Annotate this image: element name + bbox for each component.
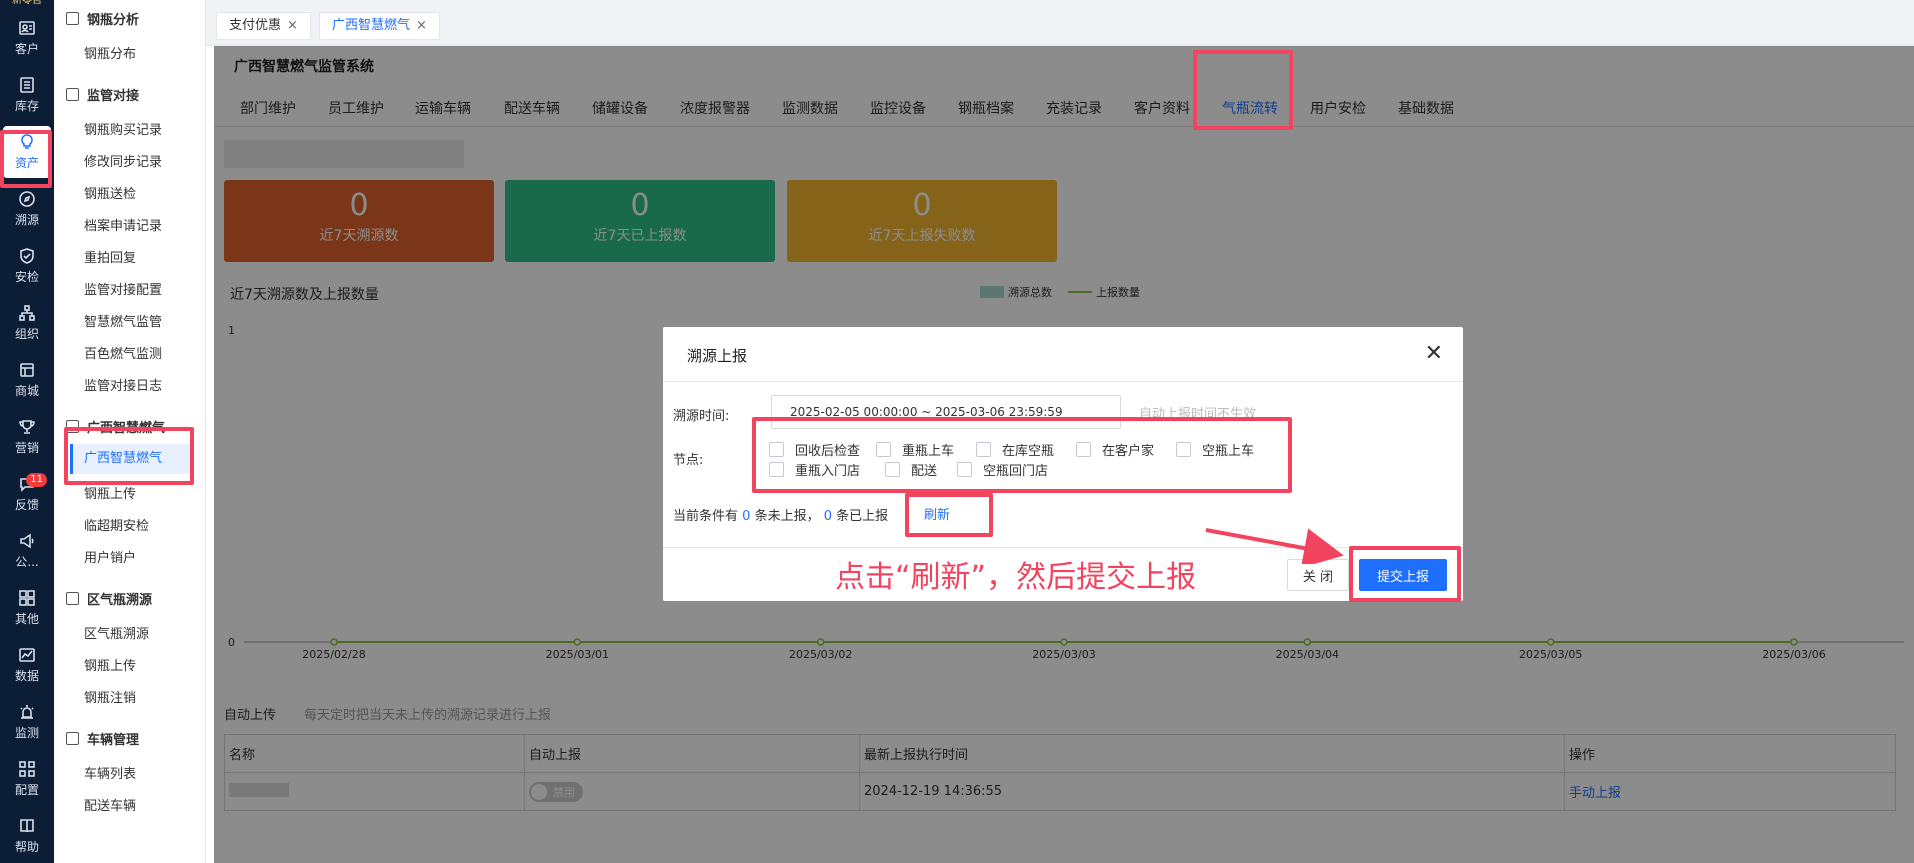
submenu-item[interactable]: 档案申请记录 bbox=[84, 215, 162, 234]
rail-label: 商城 bbox=[14, 384, 39, 398]
submenu-item[interactable]: 钢瓶注销 bbox=[84, 687, 136, 706]
submenu-item[interactable]: 配送车辆 bbox=[84, 795, 136, 814]
divider bbox=[663, 381, 1463, 382]
rail-item-notice[interactable]: 公... bbox=[3, 525, 51, 577]
submenu-item[interactable]: 钢瓶上传 bbox=[84, 483, 136, 502]
rail-label: 公... bbox=[15, 555, 39, 569]
rail-item-inventory[interactable]: 库存 bbox=[3, 69, 51, 121]
tab-payment-discount[interactable]: 支付优惠 × bbox=[216, 12, 311, 40]
highlight-refresh bbox=[905, 493, 993, 537]
submenu-item[interactable]: 临超期安检 bbox=[84, 515, 149, 534]
link-icon bbox=[66, 88, 79, 101]
annotation-text: 点击“刷新”，然后提交上报 bbox=[835, 560, 1197, 595]
submenu-item[interactable]: 监管对接配置 bbox=[84, 279, 162, 298]
config-grid-icon bbox=[18, 760, 36, 778]
rail-item-customer[interactable]: 客户 bbox=[3, 12, 51, 64]
more-blocks-icon bbox=[18, 589, 36, 607]
submenu-group-cylinder-analysis[interactable]: 钢瓶分析 bbox=[66, 9, 139, 28]
rail-brand: 新零售 bbox=[12, 0, 42, 6]
shield-check-icon bbox=[18, 247, 36, 265]
close-icon[interactable]: × bbox=[416, 18, 427, 33]
rail-item-data[interactable]: 数据 bbox=[3, 639, 51, 691]
submenu-item[interactable]: 智慧燃气监管 bbox=[84, 311, 162, 330]
highlight-submenu bbox=[64, 427, 194, 485]
rail-label: 组织 bbox=[14, 327, 39, 341]
rail-item-mall[interactable]: 商城 bbox=[3, 354, 51, 406]
submenu-item[interactable]: 钢瓶购买记录 bbox=[84, 119, 162, 138]
rail-item-trace[interactable]: 溯源 bbox=[3, 183, 51, 235]
node-label: 节点: bbox=[673, 453, 704, 468]
rail-label: 监测 bbox=[14, 726, 39, 740]
notification-badge: 11 bbox=[26, 473, 47, 487]
rail-item-other[interactable]: 其他 bbox=[3, 582, 51, 634]
submenu-item[interactable]: 钢瓶上传 bbox=[84, 655, 136, 674]
submenu-item[interactable]: 钢瓶分布 bbox=[84, 43, 136, 62]
annotation-arrow-icon bbox=[1205, 528, 1344, 564]
tab-guangxi-gas[interactable]: 广西智慧燃气 × bbox=[319, 12, 440, 40]
megaphone-icon bbox=[18, 532, 36, 550]
rail-label: 帮助 bbox=[14, 840, 39, 854]
alarm-icon bbox=[18, 703, 36, 721]
highlight-assets bbox=[0, 130, 52, 188]
rail-item-org[interactable]: 组织 bbox=[3, 297, 51, 349]
highlight-submit bbox=[1349, 546, 1461, 602]
unreported-count: 0 bbox=[742, 509, 751, 524]
rail-item-config[interactable]: 配置 bbox=[3, 753, 51, 805]
analysis-icon bbox=[66, 12, 79, 25]
submenu-item[interactable]: 区气瓶溯源 bbox=[84, 623, 149, 642]
rail-label: 反馈 bbox=[14, 498, 39, 512]
inventory-icon bbox=[18, 76, 36, 94]
rail-item-monitor[interactable]: 监测 bbox=[3, 696, 51, 748]
submenu-item[interactable]: 车辆列表 bbox=[84, 763, 136, 782]
org-chart-icon bbox=[18, 304, 36, 322]
submenu-item[interactable]: 用户销户 bbox=[84, 547, 136, 566]
reported-count: 0 bbox=[823, 509, 833, 524]
dialog-title: 溯源上报 bbox=[687, 347, 748, 365]
highlight-nav-tab bbox=[1193, 50, 1293, 130]
submenu-group-region-trace[interactable]: 区气瓶溯源 bbox=[66, 589, 152, 608]
rail-label: 数据 bbox=[14, 669, 39, 683]
time-label: 溯源时间: bbox=[673, 409, 730, 424]
compass-icon bbox=[18, 190, 36, 208]
submenu-item[interactable]: 重拍回复 bbox=[84, 247, 136, 266]
submenu-item[interactable]: 钢瓶送检 bbox=[84, 183, 136, 202]
rail-label: 客户 bbox=[14, 42, 39, 56]
status-summary: 当前条件有 0 条未上报， 0 条已上报 bbox=[673, 509, 889, 524]
rail-label: 配置 bbox=[14, 783, 39, 797]
tab-strip: 支付优惠 × 广西智慧燃气 × bbox=[206, 0, 1914, 46]
submenu-item[interactable]: 修改同步记录 bbox=[84, 151, 162, 170]
rail-label: 溯源 bbox=[14, 213, 39, 227]
submenu-group-vehicles[interactable]: 车辆管理 bbox=[66, 729, 139, 748]
rail-item-feedback[interactable]: 反馈 11 bbox=[3, 468, 51, 520]
close-icon[interactable]: × bbox=[287, 18, 298, 33]
contact-card-icon bbox=[18, 19, 36, 37]
highlight-nodes bbox=[752, 417, 1292, 493]
truck-icon bbox=[66, 732, 79, 745]
close-icon[interactable]: ✕ bbox=[1425, 341, 1443, 366]
submenu-group-supervision[interactable]: 监管对接 bbox=[66, 85, 139, 104]
rail-label: 安检 bbox=[14, 270, 39, 284]
rail-item-marketing[interactable]: 营销 bbox=[3, 411, 51, 463]
help-book-icon bbox=[18, 817, 36, 835]
rail-item-inspection[interactable]: 安检 bbox=[3, 240, 51, 292]
rail-label: 营销 bbox=[14, 441, 39, 455]
document-search-icon bbox=[66, 592, 79, 605]
store-icon bbox=[18, 361, 36, 379]
data-chart-icon bbox=[18, 646, 36, 664]
rail-item-help[interactable]: 帮助 bbox=[3, 810, 51, 862]
rail-label: 其他 bbox=[14, 612, 39, 626]
rail-label: 库存 bbox=[14, 99, 39, 113]
trophy-icon bbox=[18, 418, 36, 436]
submenu-item[interactable]: 百色燃气监测 bbox=[84, 343, 162, 362]
submenu-item[interactable]: 监管对接日志 bbox=[84, 375, 162, 394]
